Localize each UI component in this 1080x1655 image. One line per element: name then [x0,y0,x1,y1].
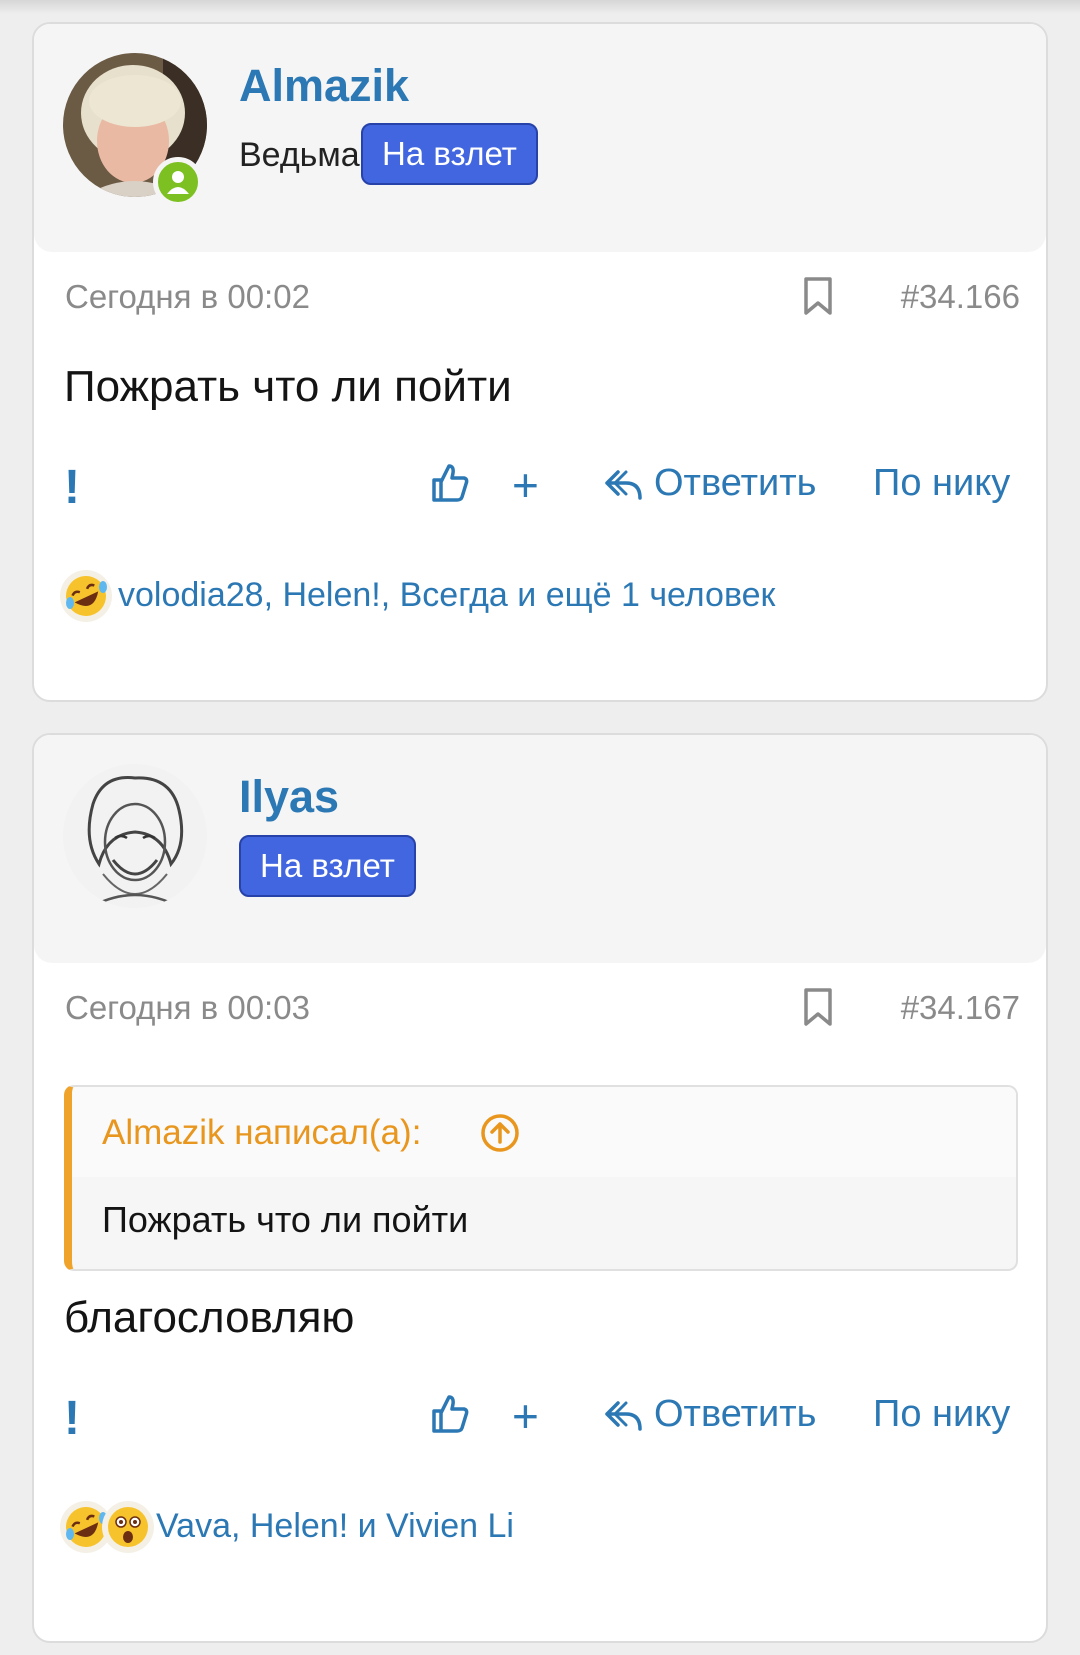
avatar[interactable] [63,764,207,908]
reply-button[interactable]: Ответить [654,1393,816,1436]
post-number[interactable]: #34.167 [901,989,1020,1027]
username[interactable]: Ilyas [239,771,339,823]
user-badge: На взлет [239,835,416,897]
like-icon[interactable] [430,462,470,504]
reactions-bar[interactable]: Vava, Helen! и Vivien Li [34,1501,1046,1557]
post-actions: ! + Ответить По нику [34,458,1046,520]
username[interactable]: Almazik [239,60,409,112]
go-to-quote-icon[interactable] [480,1113,520,1153]
top-shadow [0,0,1080,14]
post-date[interactable]: Сегодня в 00:02 [65,278,310,316]
add-reaction-button[interactable]: + [512,1389,539,1443]
add-reaction-button[interactable]: + [512,458,539,512]
post-message: благословляю [64,1293,355,1342]
reply-icon[interactable] [604,1399,644,1433]
rofl-emoji-icon [60,570,112,622]
astonished-emoji-icon [102,1501,154,1553]
bookmark-icon[interactable] [803,276,833,316]
user-title: Ведьма [239,136,360,174]
reactions-users[interactable]: Vava, Helen! и Vivien Li [156,1507,514,1546]
post-actions: ! + Ответить По нику [34,1389,1046,1451]
post-message: Пожрать что ли пойти [64,362,512,411]
quote-block: Almazik написал(а): Пожрать что ли пойти [64,1085,1018,1271]
post-header: Almazik Ведьма На взлет [34,24,1046,252]
quote-header: Almazik написал(а): [72,1087,1016,1177]
reactions-bar[interactable]: volodia28, Helen!, Всегда и ещё 1 челове… [34,570,1046,626]
post-header: Ilyas На взлет [34,735,1046,963]
post-card: Ilyas На взлет Сегодня в 00:03 #34.167 A… [32,733,1048,1643]
by-nick-button[interactable]: По нику [873,1393,1010,1436]
reply-icon[interactable] [604,468,644,502]
user-badge: На взлет [361,123,538,185]
by-nick-button[interactable]: По нику [873,462,1010,505]
report-button[interactable]: ! [64,1391,80,1446]
reply-button[interactable]: Ответить [654,462,816,505]
like-icon[interactable] [430,1393,470,1435]
post-number[interactable]: #34.166 [901,278,1020,316]
post-card: Almazik Ведьма На взлет Сегодня в 00:02 … [32,22,1048,702]
post-date[interactable]: Сегодня в 00:03 [65,989,310,1027]
online-status-icon [153,157,203,207]
reactions-users[interactable]: volodia28, Helen!, Всегда и ещё 1 челове… [118,576,775,615]
post-meta: Сегодня в 00:03 #34.167 [34,985,1046,1035]
quote-author[interactable]: Almazik написал(а): [102,1113,421,1153]
quote-text: Пожрать что ли пойти [102,1199,469,1240]
bookmark-icon[interactable] [803,987,833,1027]
post-meta: Сегодня в 00:02 #34.166 [34,274,1046,324]
report-button[interactable]: ! [64,460,80,515]
